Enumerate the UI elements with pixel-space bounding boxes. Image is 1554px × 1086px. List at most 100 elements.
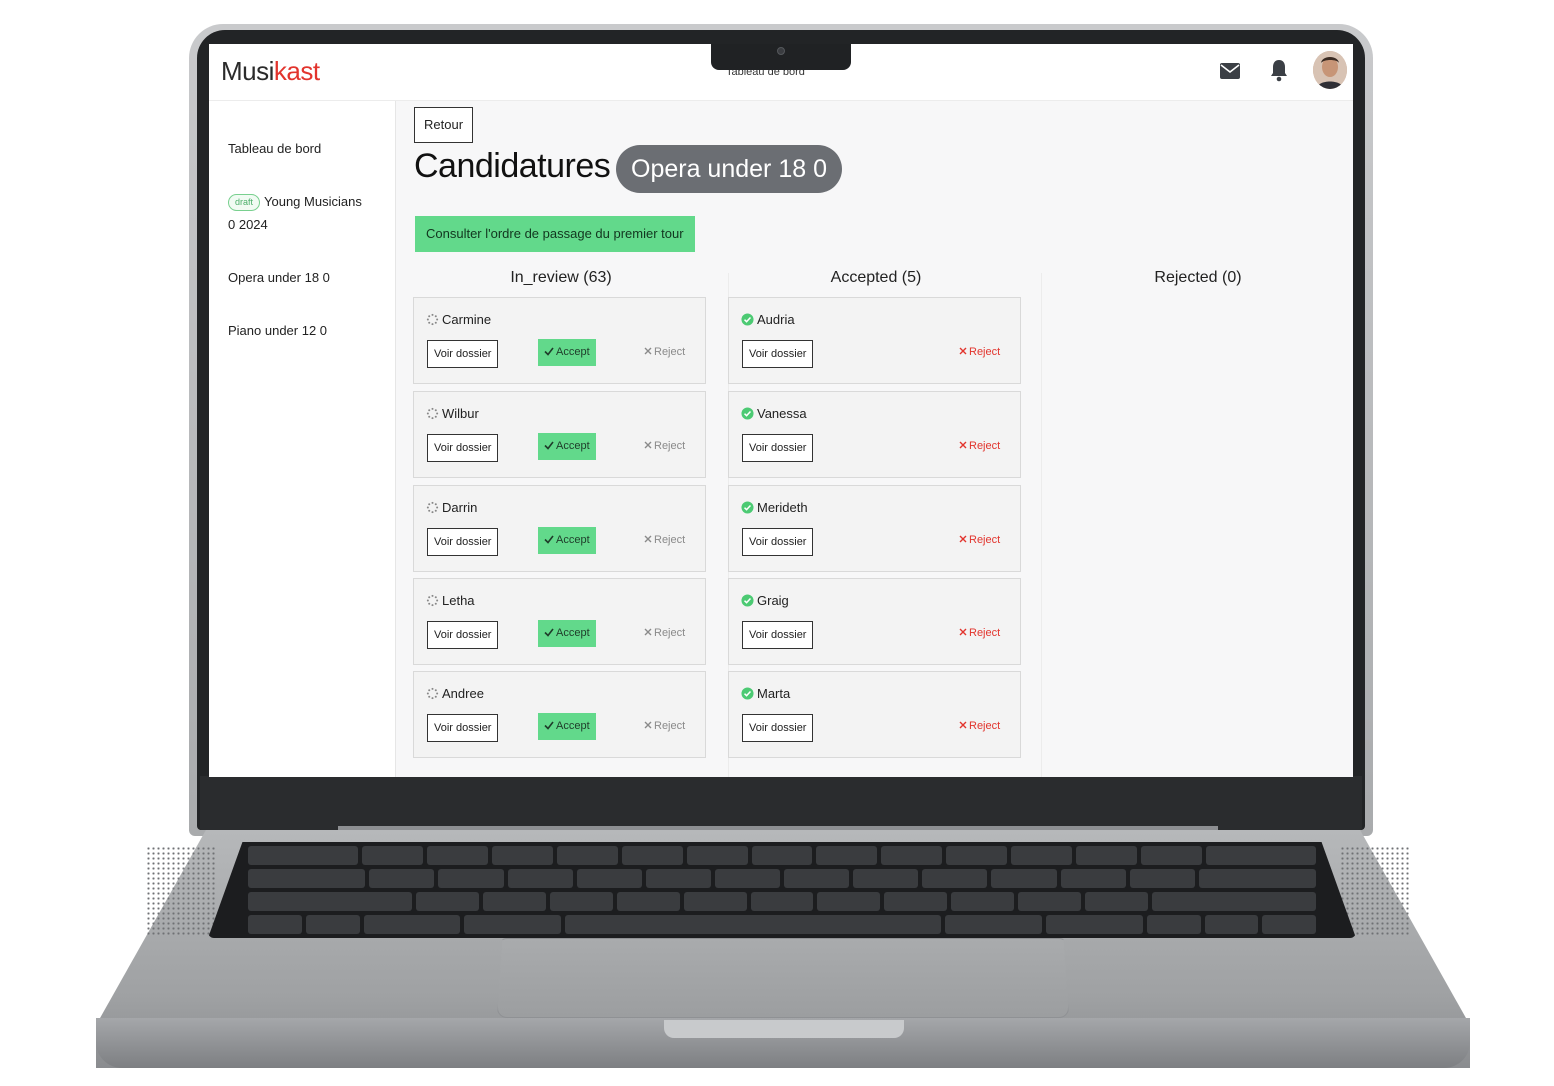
column-in-review: In_review (63) Carmine Voir dossier Accept…: [413, 264, 725, 777]
candidate-name: Wilbur: [426, 406, 479, 421]
draft-badge: draft: [228, 194, 261, 211]
column-title: Rejected (0): [1154, 269, 1242, 286]
view-file-button[interactable]: Voir dossier: [742, 434, 814, 462]
view-file-button[interactable]: Voir dossier: [427, 621, 499, 649]
column-accepted: Accepted (5) Audria Voir dossier Reject Van…: [728, 264, 1040, 777]
main-content: Retour Candidatures Opera under 18 0 Con…: [397, 101, 1353, 777]
view-file-button[interactable]: Voir dossier: [742, 528, 814, 556]
candidate-name-text: Carmine: [442, 312, 492, 327]
reject-button[interactable]: Reject: [959, 436, 1000, 456]
candidate-name-text: Marta: [757, 686, 791, 701]
camera-icon: [777, 47, 785, 55]
check-circle-icon: [741, 407, 754, 420]
candidate-card: Vanessa Voir dossier Reject: [728, 391, 1021, 478]
accept-label: Accept: [556, 534, 590, 546]
mail-icon[interactable]: [1219, 62, 1241, 80]
sidebar: Tableau de bord draft Young Musicians 0 2…: [209, 101, 396, 777]
accept-button[interactable]: Accept: [538, 620, 596, 647]
candidate-name: Letha: [426, 593, 475, 608]
check-icon: [544, 347, 554, 356]
competition-pill: Opera under 18 0: [616, 145, 842, 193]
bell-icon[interactable]: [1269, 58, 1289, 82]
trackpad: [497, 938, 1069, 1018]
accept-button[interactable]: Accept: [538, 433, 596, 460]
reject-button[interactable]: Reject: [644, 623, 685, 643]
reject-button[interactable]: Reject: [644, 530, 685, 550]
reject-button[interactable]: Reject: [959, 530, 1000, 550]
reject-label: Reject: [654, 346, 686, 358]
logo-text-musi: Musi: [221, 56, 274, 86]
candidate-card: Merideth Voir dossier Reject: [728, 485, 1021, 572]
candidate-name-text: Audria: [757, 312, 795, 327]
reject-button[interactable]: Reject: [644, 342, 685, 362]
candidate-name-text: Andree: [442, 686, 484, 701]
x-icon: [959, 628, 967, 636]
candidate-name: Darrin: [426, 500, 477, 515]
reject-label: Reject: [654, 440, 686, 452]
view-file-button[interactable]: Voir dossier: [427, 714, 499, 742]
check-icon: [544, 441, 554, 450]
view-file-button[interactable]: Voir dossier: [427, 434, 499, 462]
reject-button[interactable]: Reject: [959, 623, 1000, 643]
keyboard: [208, 842, 1356, 938]
x-icon: [959, 347, 967, 355]
view-file-button[interactable]: Voir dossier: [427, 528, 499, 556]
view-file-button[interactable]: Voir dossier: [427, 340, 499, 368]
x-icon: [959, 441, 967, 449]
candidate-name-text: Wilbur: [442, 406, 479, 421]
reject-button[interactable]: Reject: [644, 436, 685, 456]
speaker-grille-left: [146, 846, 216, 936]
view-file-button[interactable]: Voir dossier: [742, 621, 814, 649]
spinner-icon: [426, 501, 439, 514]
view-file-button[interactable]: Voir dossier: [742, 714, 814, 742]
accept-button[interactable]: Accept: [538, 527, 596, 554]
sidebar-item-piano[interactable]: Piano under 12 0: [228, 319, 327, 342]
musikast-logo[interactable]: Musikast: [221, 56, 320, 87]
sidebar-item-sublabel: 0 2024: [228, 217, 268, 232]
candidate-name: Graig: [741, 593, 789, 608]
camera-notch: [711, 44, 851, 70]
sidebar-item-opera[interactable]: Opera under 18 0: [228, 266, 330, 289]
accept-button[interactable]: Accept: [538, 713, 596, 740]
sidebar-item-young-musicians[interactable]: draft Young Musicians 0 2024: [228, 190, 388, 236]
column-rejected: Rejected (0): [1042, 264, 1353, 777]
accept-button[interactable]: Accept: [538, 339, 596, 366]
candidate-card: Carmine Voir dossier Accept Reject: [413, 297, 706, 384]
reject-button[interactable]: Reject: [644, 716, 685, 736]
x-icon: [644, 628, 652, 636]
view-file-button[interactable]: Voir dossier: [742, 340, 814, 368]
reject-label: Reject: [969, 720, 1001, 732]
candidate-card: Andree Voir dossier Accept Reject: [413, 671, 706, 758]
x-icon: [959, 721, 967, 729]
x-icon: [644, 441, 652, 449]
x-icon: [644, 535, 652, 543]
bezel-chin: [200, 776, 1362, 830]
reject-label: Reject: [969, 534, 1001, 546]
check-circle-icon: [741, 313, 754, 326]
candidate-name-text: Vanessa: [757, 406, 807, 421]
reject-button[interactable]: Reject: [959, 716, 1000, 736]
candidate-name: Vanessa: [741, 406, 807, 421]
reject-label: Reject: [654, 534, 686, 546]
check-circle-icon: [741, 594, 754, 607]
spinner-icon: [426, 594, 439, 607]
spinner-icon: [426, 687, 439, 700]
sidebar-item-dashboard[interactable]: Tableau de bord: [228, 137, 321, 160]
column-title: In_review (63): [510, 269, 612, 286]
back-button[interactable]: Retour: [414, 107, 474, 143]
order-of-passage-button[interactable]: Consulter l'ordre de passage du premier …: [415, 216, 695, 252]
candidate-card: Marta Voir dossier Reject: [728, 671, 1021, 758]
candidate-name-text: Darrin: [442, 500, 478, 515]
candidate-name: Carmine: [426, 312, 491, 327]
x-icon: [959, 535, 967, 543]
avatar[interactable]: [1313, 51, 1347, 89]
candidate-name-text: Merideth: [757, 500, 808, 515]
candidate-name: Audria: [741, 312, 795, 327]
spinner-icon: [426, 313, 439, 326]
reject-label: Reject: [969, 346, 1001, 358]
sidebar-item-label: Young Musicians: [264, 194, 362, 209]
check-circle-icon: [741, 501, 754, 514]
page-title: Candidatures: [414, 147, 611, 185]
reject-button[interactable]: Reject: [959, 342, 1000, 362]
x-icon: [644, 347, 652, 355]
